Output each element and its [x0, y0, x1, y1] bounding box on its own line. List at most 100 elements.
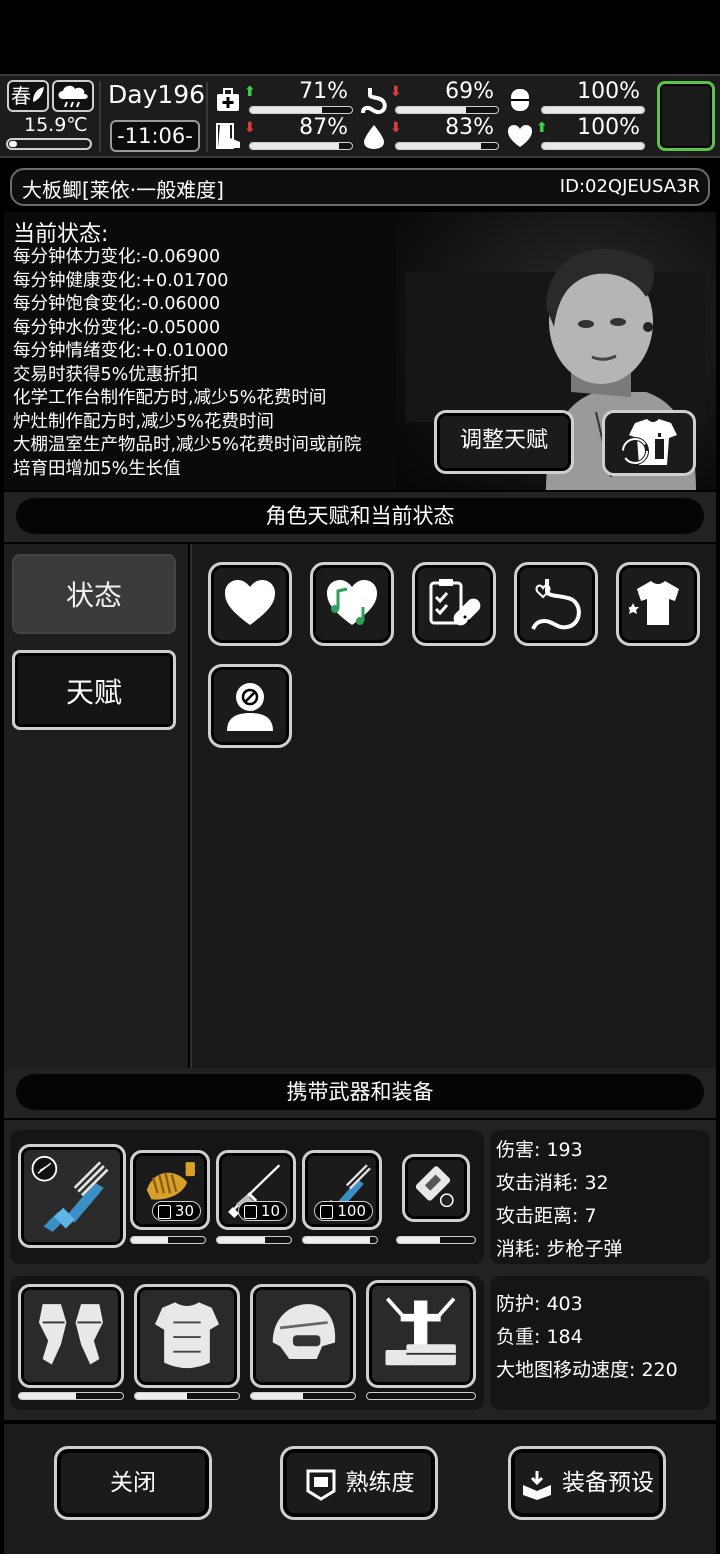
vital-stat-fill [542, 143, 644, 149]
divider [99, 82, 101, 152]
weapon-slot-primary[interactable] [18, 1144, 126, 1248]
weapon-stat: 消耗: 步枪子弹 [496, 1238, 623, 1260]
status-effect-line: 交易时获得5%优惠折扣 [13, 364, 199, 385]
vital-stat-fill [542, 107, 644, 113]
status-title: 当前状态: [13, 222, 109, 247]
status-tile[interactable] [514, 562, 598, 646]
weapon-slots: 30 10 100 [10, 1130, 484, 1264]
vital-stat-fill [396, 107, 467, 113]
heart-icon [225, 580, 275, 625]
vital-stat-bar [249, 106, 353, 114]
vital-stat-value: 100% [577, 79, 640, 104]
character-name: 大板鲫[莱依·一般难度] [22, 178, 224, 202]
durability-bar [302, 1236, 378, 1244]
weapon-stat: 攻击消耗: 32 [496, 1172, 609, 1194]
talents-section-title: 角色天赋和当前状态 [16, 498, 704, 534]
status-effect-line: 每分钟水份变化:-0.05000 [13, 317, 221, 338]
preset-box-icon [523, 1470, 551, 1500]
trend-arrow-icon: ⬇ [390, 84, 402, 100]
adjust-talent-button[interactable]: 调整天赋 [434, 410, 574, 474]
status-effect-line: 每分钟健康变化:+0.01700 [13, 270, 229, 291]
vital-stat: 100% [506, 79, 646, 116]
top-hud: 春 15.9℃ Day196 -11:06- ⬆ 71% ⬇ 69% 100% ⬇ 87% ⬇… [0, 74, 720, 158]
armor-slot[interactable] [134, 1284, 240, 1388]
vital-stat: ⬇ 69% [360, 79, 500, 116]
durability-bar [366, 1392, 476, 1400]
close-button-label: 关闭 [110, 1470, 156, 1496]
status-effect-line: 每分钟体力变化:-0.06900 [13, 247, 221, 267]
status-effects-list: 每分钟体力变化:-0.06900 每分钟健康变化:+0.01700 每分钟饱食变化:… [13, 246, 433, 481]
durability-fill [217, 1237, 266, 1243]
temperature: 15.9℃ [24, 114, 88, 136]
vital-stat-value: 69% [445, 79, 494, 104]
durability-fill [397, 1237, 440, 1243]
outfit-swap-icon [621, 419, 677, 465]
weapon-slot[interactable]: 30 [130, 1150, 210, 1230]
durability-bar [216, 1236, 292, 1244]
weapon-slot[interactable] [402, 1154, 470, 1222]
rain-cloud-icon [58, 85, 88, 108]
equipment-section-header: 携带武器和装备 [4, 1068, 716, 1118]
equipment-preset-button[interactable]: 装备预设 [508, 1446, 666, 1520]
talents-section-header: 角色天赋和当前状态 [4, 492, 716, 542]
status-effect-line: 化学工作台制作配方时,减少5%花费时间 [13, 388, 327, 408]
durability-fill [135, 1393, 187, 1399]
status-tile[interactable] [208, 664, 292, 748]
medkit-icon [217, 88, 239, 111]
armor-stat: 大地图移动速度: 220 [496, 1359, 678, 1381]
body-armor-icon [154, 1302, 220, 1368]
durability-bar [134, 1392, 240, 1400]
status-effect-line: 每分钟情绪变化:+0.01000 [13, 341, 229, 361]
status-tile[interactable] [616, 562, 700, 646]
ammo-count: 30 [151, 1201, 201, 1221]
vital-stat: ⬇ 83% [360, 115, 500, 152]
status-tile[interactable] [310, 562, 394, 646]
change-outfit-button[interactable] [602, 410, 696, 476]
durability-bar [250, 1392, 356, 1400]
durability-fill [251, 1393, 303, 1399]
quick-slot[interactable] [657, 81, 715, 151]
character-name-bar: 大板鲫[莱依·一般难度] ID:02QJEUSA3R [10, 168, 710, 206]
boot-icon [216, 123, 240, 149]
armor-slot[interactable] [250, 1284, 356, 1388]
leaf-icon [33, 87, 44, 102]
durability-bar [130, 1236, 206, 1244]
tab-status[interactable]: 状态 [12, 554, 176, 634]
weapon-slot[interactable]: 10 [216, 1150, 296, 1230]
armor-stats-panel: 防护: 403 负重: 184 大地图移动速度: 220 [490, 1276, 710, 1410]
helmet-icon [272, 1303, 336, 1359]
weapon-slot-active[interactable]: 100 [302, 1150, 382, 1230]
weapon-stats-panel: 伤害: 193 攻击消耗: 32 攻击距离: 7 消耗: 步枪子弹 [490, 1130, 710, 1264]
armor-slot[interactable] [18, 1284, 124, 1388]
temperature-gauge [6, 138, 92, 150]
proficiency-button[interactable]: 熟练度 [280, 1446, 438, 1520]
shirt-icon [629, 581, 679, 625]
vital-stat-value: 87% [299, 115, 348, 140]
vital-stat-value: 71% [299, 79, 348, 104]
equipment-panel: 30 10 100 伤害: 193 攻击消耗: 32 攻击距离: 7 消耗: 步… [4, 1120, 716, 1420]
season-label: 春 [11, 84, 31, 108]
proficiency-button-label: 熟练度 [345, 1470, 415, 1496]
durability-fill [131, 1237, 168, 1243]
player-id: ID:02QJEUSA3R [559, 176, 700, 197]
durability-bar [18, 1392, 124, 1400]
armor-slot[interactable] [366, 1280, 476, 1388]
vital-stat-bar [541, 106, 645, 114]
vital-stat-fill [250, 143, 339, 149]
weather-indicator [52, 80, 94, 112]
status-tile[interactable] [412, 562, 496, 646]
ammo-count: 10 [237, 1201, 287, 1221]
close-button[interactable]: 关闭 [54, 1446, 212, 1520]
durability-fill [303, 1237, 370, 1243]
vital-stat-fill [396, 143, 481, 149]
weapon-stat: 攻击距离: 7 [496, 1205, 597, 1227]
status-effect-line: 培育田增加5%生长值 [13, 458, 181, 479]
status-tile[interactable] [208, 562, 292, 646]
stomach-heart-icon [531, 579, 581, 630]
tab-talent[interactable]: 天赋 [12, 650, 176, 730]
clipboard-pill-icon [429, 579, 481, 626]
proficiency-badge-icon [306, 1469, 335, 1501]
footer-actions: 关闭 熟练度 装备预设 [4, 1424, 716, 1554]
divider [206, 82, 208, 152]
backpack-frame-icon [385, 1297, 457, 1366]
